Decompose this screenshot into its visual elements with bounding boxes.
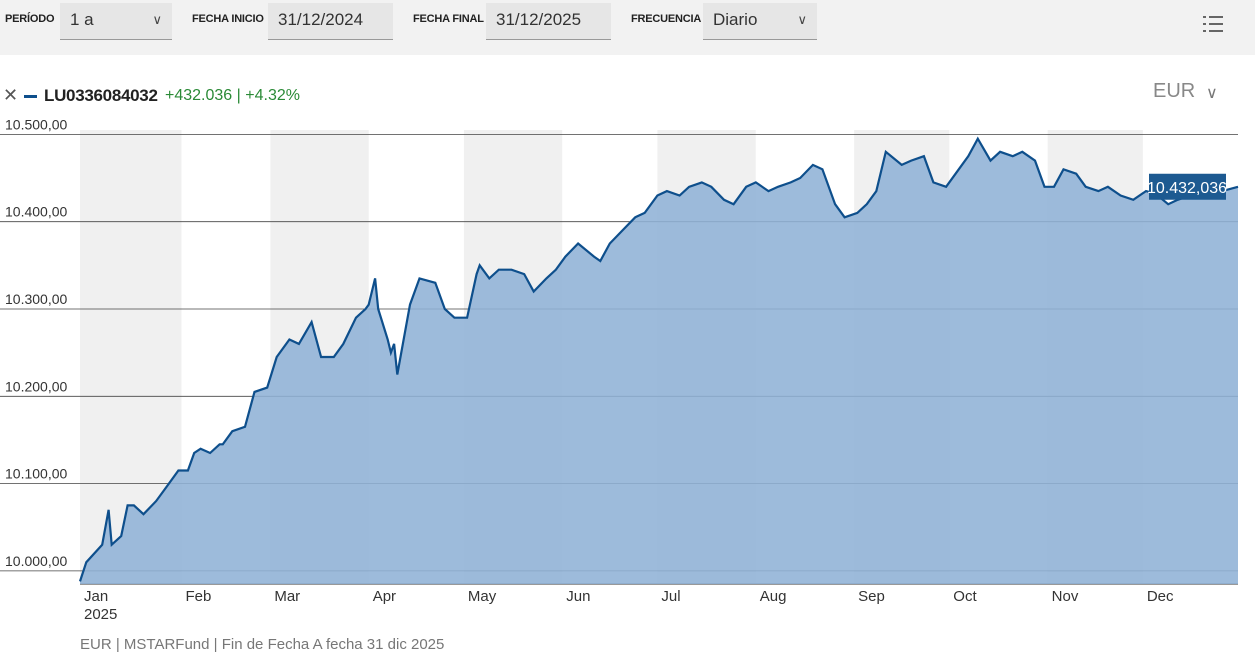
x-tick-label: Feb (186, 588, 212, 605)
series-area (80, 138, 1238, 584)
chevron-down-icon: ∨ (152, 12, 162, 27)
series-legend: ✕ LU0336084032 +432.036 | +4.32% (0, 82, 1255, 108)
x-tick-label: Aug (760, 588, 787, 605)
y-tick-label: 10.500,00 (5, 120, 67, 132)
chevron-down-icon: ∨ (797, 12, 807, 27)
close-icon[interactable]: ✕ (3, 85, 18, 106)
end-date-input[interactable]: 31/12/2025 (486, 3, 611, 40)
x-tick-label: Jul (661, 588, 680, 605)
x-tick-label: Jun (566, 588, 590, 605)
x-tick-label: Mar (274, 588, 300, 605)
x-tick-label: Dec (1147, 588, 1174, 605)
period-label: PERÍODO (5, 13, 55, 25)
start-date-label: FECHA INICIO (192, 13, 264, 25)
start-date-input[interactable]: 31/12/2024 (268, 3, 393, 40)
change-separator: | (236, 87, 241, 104)
y-tick-label: 10.400,00 (5, 204, 67, 220)
series-change: +432.036 | +4.32% (165, 87, 300, 105)
last-value-label: 10.432,036 (1147, 180, 1227, 197)
frequency-value: Diario (713, 10, 758, 29)
frequency-select[interactable]: Diario ∨ (703, 3, 817, 40)
chevron-down-icon[interactable]: ∨ (1206, 83, 1218, 103)
period-value: 1 a (70, 10, 94, 29)
chart-footer: EUR | MSTARFund | Fin de Fecha A fecha 3… (80, 636, 445, 653)
change-absolute: +432.036 (165, 87, 233, 104)
x-year-label: 2025 (84, 606, 117, 623)
change-percent: +4.32% (245, 87, 300, 104)
y-tick-label: 10.100,00 (5, 466, 67, 482)
end-date-label: FECHA FINAL (413, 13, 484, 25)
x-tick-label: Nov (1052, 588, 1079, 605)
series-swatch (24, 95, 37, 98)
toolbar: PERÍODO 1 a ∨ FECHA INICIO 31/12/2024 FE… (0, 0, 1255, 55)
period-select[interactable]: 1 a ∨ (60, 3, 172, 40)
frequency-label: FRECUENCIA (631, 13, 702, 25)
price-chart: 10.000,00 10.100,00 10.200,00 10.300,00 10.4… (0, 120, 1239, 623)
y-tick-label: 10.000,00 (5, 553, 67, 569)
x-tick-label: Sep (858, 588, 885, 605)
y-tick-label: 10.200,00 (5, 378, 67, 394)
series-ticker: LU0336084032 (44, 86, 158, 105)
currency-select[interactable]: EUR (1153, 80, 1195, 103)
list-menu-icon[interactable] (1203, 14, 1223, 34)
x-tick-label: May (468, 588, 497, 605)
x-tick-label: Oct (953, 588, 977, 605)
x-tick-label: Apr (373, 588, 396, 605)
x-tick-label: Jan (84, 588, 108, 605)
y-tick-label: 10.300,00 (5, 291, 67, 307)
